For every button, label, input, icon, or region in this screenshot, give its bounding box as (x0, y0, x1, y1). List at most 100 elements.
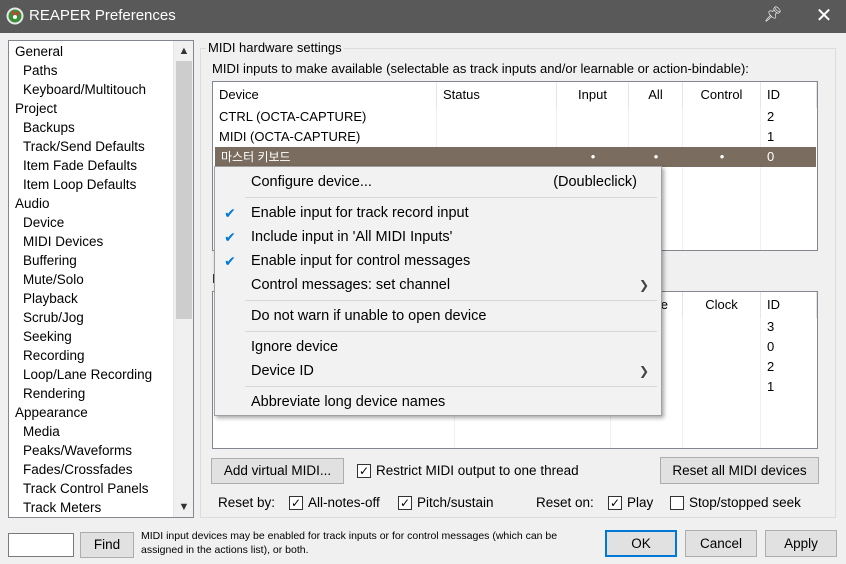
sidebar-item-scrub-jog[interactable]: Scrub/Jog (9, 308, 84, 327)
sidebar-item-label: Fades/Crossfades (23, 462, 133, 477)
column-id[interactable]: ID (761, 82, 817, 108)
column-clock[interactable]: Clock (683, 292, 761, 318)
chevron-right-icon: ❯ (638, 278, 649, 292)
sidebar-item-label: Project (15, 101, 58, 116)
menu-item-label: Device ID (251, 363, 314, 379)
sidebar-item-keyboard-multitouch[interactable]: Keyboard/Multitouch (9, 80, 146, 99)
menu-item-set-channel[interactable]: Control messages: set channel ❯ (215, 274, 661, 296)
ok-button[interactable]: OK (605, 530, 677, 557)
add-virtual-midi-button[interactable]: Add virtual MIDI... (211, 458, 344, 484)
sidebar-item-rendering[interactable]: Rendering (9, 384, 85, 403)
sidebar-item-track-meters[interactable]: Track Meters (9, 498, 101, 517)
table-row[interactable]: MIDI (OCTA-CAPTURE) 1 (213, 127, 817, 147)
sidebar-item-general[interactable]: General (9, 42, 63, 61)
menu-item-label: Include input in 'All MIDI Inputs' (251, 229, 453, 245)
menu-item-shortcut: (Doubleclick) (553, 174, 637, 190)
find-button[interactable]: Find (80, 532, 134, 558)
menu-item-include-all-inputs[interactable]: ✔ Include input in 'All MIDI Inputs' (215, 226, 661, 248)
menu-item-label: Control messages: set channel (251, 277, 451, 293)
cancel-button[interactable]: Cancel (685, 530, 757, 557)
close-icon[interactable]: ✕ (812, 3, 836, 29)
sidebar-item-peaks-waveforms[interactable]: Peaks/Waveforms (9, 441, 132, 460)
sidebar-item-loop-lane-recording[interactable]: Loop/Lane Recording (9, 365, 152, 384)
device-id: 2 (767, 109, 775, 124)
checkmark-icon: ✓ (358, 464, 370, 478)
title-bar: REAPER Preferences 📌︎ ✕ (0, 0, 846, 33)
menu-item-device-id[interactable]: Device ID ❯ (215, 360, 661, 382)
scroll-thumb[interactable] (176, 61, 192, 319)
column-all[interactable]: All (629, 82, 683, 108)
sidebar-item-label: Appearance (15, 405, 88, 420)
menu-separator (245, 386, 657, 387)
device-id: 2 (767, 359, 775, 374)
scroll-up-icon[interactable]: ▲ (174, 41, 193, 61)
menu-item-do-not-warn[interactable]: Do not warn if unable to open device (215, 305, 661, 327)
tree-scrollbar[interactable]: ▲ ▼ (173, 41, 193, 517)
column-id[interactable]: ID (761, 292, 817, 318)
sidebar-item-label: Peaks/Waveforms (23, 443, 133, 458)
restrict-thread-label: Restrict MIDI output to one thread (376, 463, 579, 478)
sidebar-item-midi-devices[interactable]: MIDI Devices (9, 232, 103, 251)
menu-item-label: Enable input for control messages (251, 253, 471, 269)
reset-on-label: Reset on: (536, 495, 594, 510)
sidebar-item-label: Track/Send Defaults (23, 139, 145, 154)
sidebar-item-media[interactable]: Media (9, 422, 60, 441)
column-status[interactable]: Status (437, 82, 557, 108)
menu-separator (245, 331, 657, 332)
all-notes-off-label: All-notes-off (308, 495, 380, 510)
device-id: 0 (767, 339, 775, 354)
sidebar-item-label: MIDI Devices (23, 234, 104, 249)
checkmark-icon: ✓ (609, 496, 621, 510)
all-notes-off-checkbox[interactable]: ✓ (289, 496, 303, 510)
column-input[interactable]: Input (557, 82, 629, 108)
table-row[interactable]: CTRL (OCTA-CAPTURE) 2 (213, 107, 817, 127)
sidebar-item-project[interactable]: Project (9, 99, 57, 118)
menu-item-enable-control-messages[interactable]: ✔ Enable input for control messages (215, 250, 661, 272)
chevron-right-icon: ❯ (638, 364, 649, 378)
sidebar-item-mute-solo[interactable]: Mute/Solo (9, 270, 84, 289)
stop-seek-checkbox[interactable] (670, 496, 684, 510)
menu-item-ignore-device[interactable]: Ignore device (215, 336, 661, 358)
menu-separator (245, 300, 657, 301)
sidebar-item-seeking[interactable]: Seeking (9, 327, 72, 346)
table-row-selected[interactable]: 마스터 키보드 • • • 0 (215, 147, 816, 167)
device-name: MIDI (OCTA-CAPTURE) (219, 129, 361, 144)
restrict-thread-checkbox[interactable]: ✓ (357, 464, 371, 478)
sidebar-item-track-send-defaults[interactable]: Track/Send Defaults (9, 137, 145, 156)
sidebar-item-device[interactable]: Device (9, 213, 64, 232)
device-context-menu[interactable]: Configure device... (Doubleclick) ✔ Enab… (214, 166, 662, 416)
menu-item-abbreviate-names[interactable]: Abbreviate long device names (215, 391, 661, 413)
checkmark-icon: ✓ (290, 496, 302, 510)
sidebar-item-label: Buffering (23, 253, 77, 268)
pitch-sustain-checkbox[interactable]: ✓ (398, 496, 412, 510)
pin-icon[interactable]: 📌︎ (762, 5, 784, 27)
sidebar-item-backups[interactable]: Backups (9, 118, 75, 137)
sidebar-item-track-control-panels[interactable]: Track Control Panels (9, 479, 149, 498)
sidebar-item-item-loop-defaults[interactable]: Item Loop Defaults (9, 175, 136, 194)
checkmark-icon: ✓ (399, 496, 411, 510)
device-name: CTRL (OCTA-CAPTURE) (219, 109, 367, 124)
window-title: REAPER Preferences (29, 7, 176, 24)
scroll-down-icon[interactable]: ▼ (174, 497, 193, 517)
preferences-tree[interactable]: General Paths Keyboard/Multitouch Project Ba… (8, 40, 194, 518)
sidebar-item-label: Rendering (23, 386, 86, 401)
sidebar-item-fades-crossfades[interactable]: Fades/Crossfades (9, 460, 133, 479)
sidebar-item-item-fade-defaults[interactable]: Item Fade Defaults (9, 156, 137, 175)
sidebar-item-label: Recording (23, 348, 85, 363)
sidebar-item-appearance[interactable]: Appearance (9, 403, 88, 422)
sidebar-item-paths[interactable]: Paths (9, 61, 58, 80)
column-device[interactable]: Device (213, 82, 437, 108)
sidebar-item-label: Playback (23, 291, 78, 306)
reset-all-midi-button[interactable]: Reset all MIDI devices (660, 457, 819, 484)
menu-item-enable-track-record[interactable]: ✔ Enable input for track record input (215, 202, 661, 224)
sidebar-item-playback[interactable]: Playback (9, 289, 78, 308)
play-checkbox[interactable]: ✓ (608, 496, 622, 510)
control-enabled-mark: • (719, 149, 725, 164)
apply-button[interactable]: Apply (765, 530, 837, 557)
sidebar-item-buffering[interactable]: Buffering (9, 251, 77, 270)
sidebar-item-recording[interactable]: Recording (9, 346, 85, 365)
column-control[interactable]: Control (683, 82, 761, 108)
find-input[interactable] (8, 533, 74, 557)
sidebar-item-audio[interactable]: Audio (9, 194, 50, 213)
menu-item-configure-device[interactable]: Configure device... (Doubleclick) (215, 171, 661, 193)
